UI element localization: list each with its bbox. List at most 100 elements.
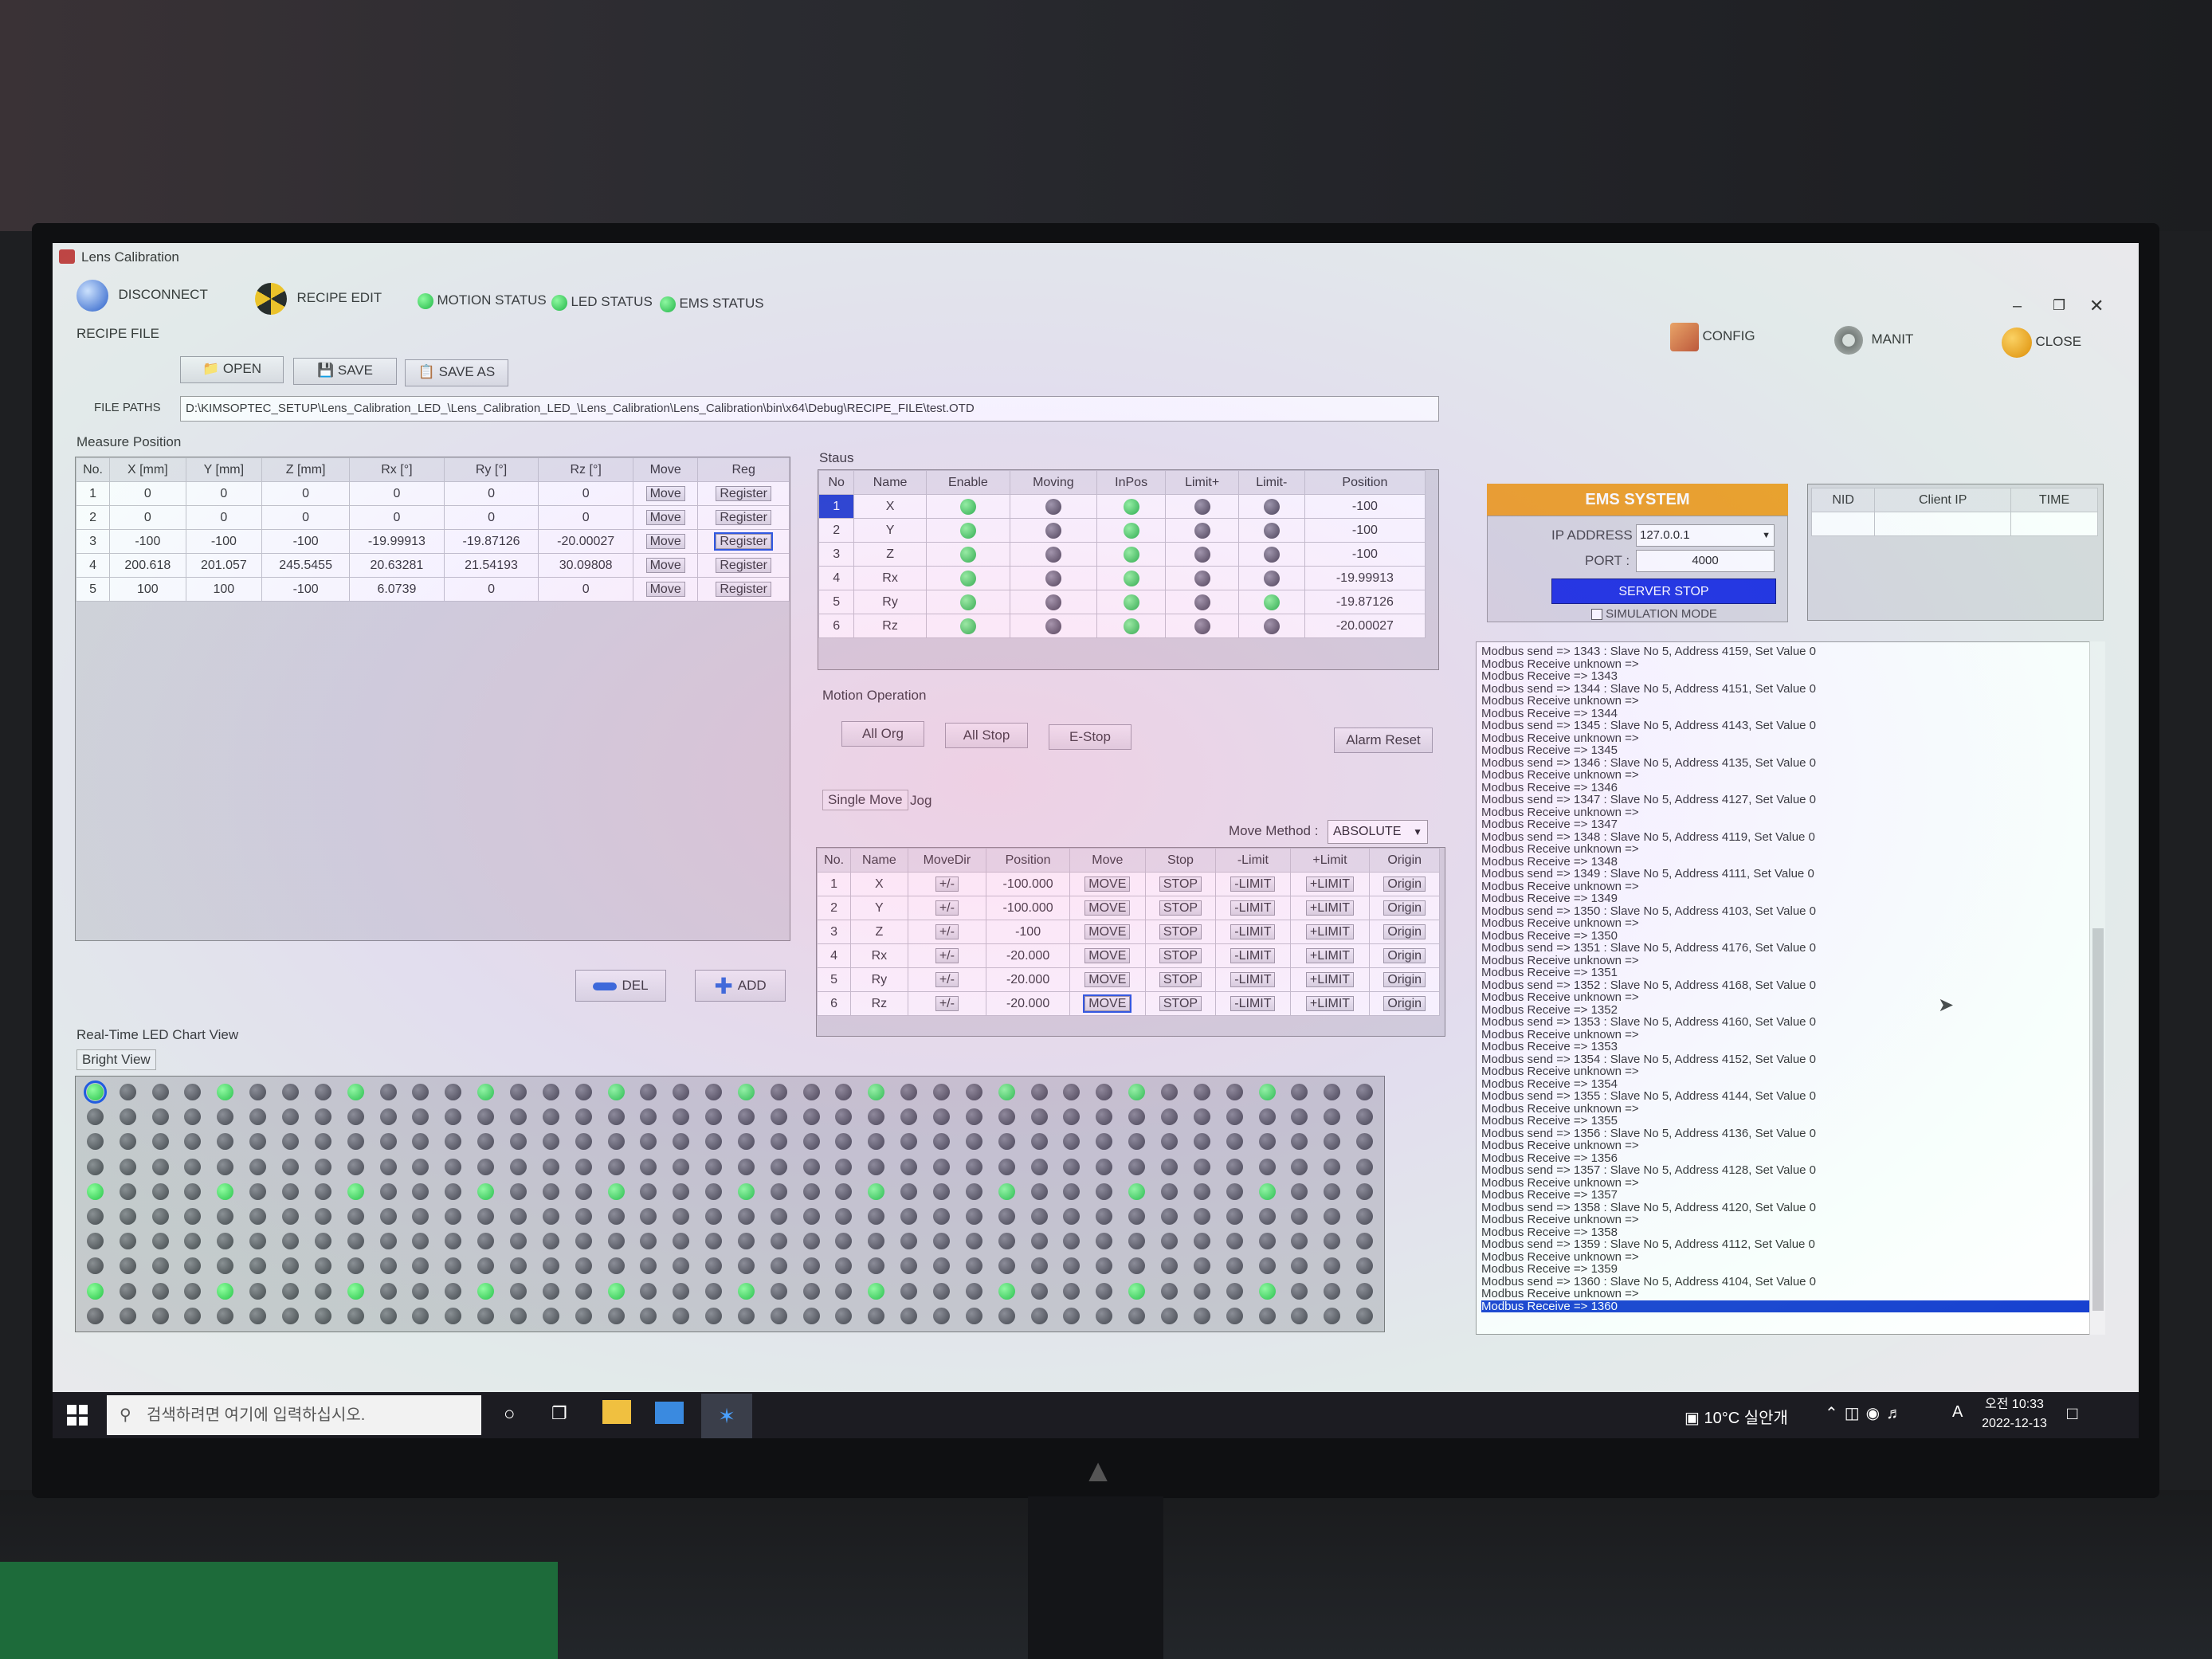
led-cell[interactable] [379,1307,397,1324]
led-cell[interactable] [900,1233,918,1250]
origin-button[interactable]: Origin [1383,971,1426,987]
led-cell[interactable] [1096,1108,1113,1126]
led-cell[interactable] [86,1233,104,1250]
e-stop-button[interactable]: E-Stop [1049,724,1131,750]
led-cell[interactable] [835,1307,853,1324]
led-cell[interactable] [1324,1257,1341,1275]
led-cell[interactable] [640,1182,657,1200]
led-cell[interactable] [1226,1233,1243,1250]
stop-button[interactable]: STOP [1159,995,1202,1011]
led-cell[interactable] [184,1133,202,1151]
led-cell[interactable] [1063,1182,1081,1200]
led-cell[interactable] [1291,1233,1308,1250]
move-dir-button[interactable]: +/- [935,947,959,963]
led-cell[interactable] [933,1208,951,1226]
led-cell[interactable] [151,1233,169,1250]
taskbar-search-box[interactable]: ⚲ 검색하려면 여기에 입력하십시오. [107,1395,481,1435]
led-cell[interactable] [1324,1282,1341,1300]
led-cell[interactable] [217,1108,234,1126]
led-cell[interactable] [509,1282,527,1300]
stop-button[interactable]: STOP [1159,876,1202,892]
led-cell[interactable] [314,1307,331,1324]
led-cell[interactable] [1030,1108,1048,1126]
led-cell[interactable] [1356,1182,1374,1200]
manit-button[interactable]: MANIT [1834,326,1913,355]
led-cell[interactable] [184,1307,202,1324]
led-cell[interactable] [998,1307,1015,1324]
led-cell[interactable] [737,1158,755,1175]
led-cell[interactable] [607,1208,625,1226]
led-cell[interactable] [347,1208,364,1226]
led-cell[interactable] [835,1282,853,1300]
config-button[interactable]: CONFIG [1670,323,1755,351]
led-cell[interactable] [1291,1307,1308,1324]
led-cell[interactable] [445,1108,462,1126]
origin-button[interactable]: Origin [1383,947,1426,963]
save-button[interactable]: 💾 SAVE [293,358,397,385]
single-position-field[interactable]: -20.000 [986,943,1070,968]
led-cell[interactable] [1128,1084,1146,1101]
disconnect-button[interactable]: DISCONNECT [76,280,208,312]
restore-icon[interactable]: ❐ [2053,297,2065,314]
single-position-field[interactable]: -20.000 [986,991,1070,1016]
led-cell[interactable] [119,1233,136,1250]
led-cell[interactable] [933,1182,951,1200]
log-listbox[interactable]: Modbus send => 1343 : Slave No 5, Addres… [1476,641,2105,1335]
led-cell[interactable] [998,1108,1015,1126]
led-cell[interactable] [673,1182,690,1200]
led-cell[interactable] [509,1084,527,1101]
single-move-row[interactable]: 1 X +/- -100.000 MOVE STOP -LIMIT +LIMIT Origin [816,872,1440,896]
move-dir-button[interactable]: +/- [935,876,959,892]
led-cell[interactable] [477,1084,495,1101]
led-cell[interactable] [835,1208,853,1226]
led-cell[interactable] [1226,1182,1243,1200]
led-cell[interactable] [1258,1307,1276,1324]
led-cell[interactable] [379,1208,397,1226]
led-cell[interactable] [868,1133,885,1151]
led-cell[interactable] [770,1257,787,1275]
led-cell[interactable] [1356,1233,1374,1250]
led-cell[interactable] [640,1208,657,1226]
led-cell[interactable] [705,1233,723,1250]
led-cell[interactable] [1324,1133,1341,1151]
led-cell[interactable] [86,1307,104,1324]
led-cell[interactable] [379,1158,397,1175]
all-org-button[interactable]: All Org [841,721,924,747]
led-cell[interactable] [998,1084,1015,1101]
led-cell[interactable] [575,1108,592,1126]
led-cell[interactable] [249,1133,267,1151]
single-move-row[interactable]: 5 Ry +/- -20.000 MOVE STOP -LIMIT +LIMIT Origin [816,967,1440,992]
led-cell[interactable] [1128,1233,1146,1250]
led-cell[interactable] [673,1084,690,1101]
led-cell[interactable] [737,1233,755,1250]
led-cell[interactable] [314,1108,331,1126]
led-cell[interactable] [1324,1108,1341,1126]
tray-icons[interactable]: ⌃◫◉♬ [1825,1403,1908,1423]
led-cell[interactable] [282,1208,300,1226]
origin-button[interactable]: Origin [1383,900,1426,916]
led-cell[interactable] [998,1158,1015,1175]
log-scrollbar[interactable] [2089,641,2105,1335]
measure-register-button[interactable]: Register [714,531,773,551]
led-cell[interactable] [900,1133,918,1151]
led-cell[interactable] [282,1282,300,1300]
led-cell[interactable] [835,1133,853,1151]
single-move-row[interactable]: 4 Rx +/- -20.000 MOVE STOP -LIMIT +LIMIT Origin [816,943,1440,968]
led-cell[interactable] [1226,1108,1243,1126]
plus-limit-button[interactable]: +LIMIT [1305,995,1355,1011]
led-cell[interactable] [445,1182,462,1200]
led-cell[interactable] [1356,1108,1374,1126]
led-cell[interactable] [673,1257,690,1275]
led-cell[interactable] [1291,1108,1308,1126]
led-cell[interactable] [151,1084,169,1101]
measure-register-button[interactable]: Register [716,485,771,501]
led-cell[interactable] [151,1307,169,1324]
led-cell[interactable] [737,1182,755,1200]
led-cell[interactable] [998,1208,1015,1226]
led-cell[interactable] [249,1182,267,1200]
led-cell[interactable] [1030,1133,1048,1151]
led-cell[interactable] [282,1257,300,1275]
led-cell[interactable] [151,1257,169,1275]
led-cell[interactable] [607,1158,625,1175]
led-cell[interactable] [509,1307,527,1324]
